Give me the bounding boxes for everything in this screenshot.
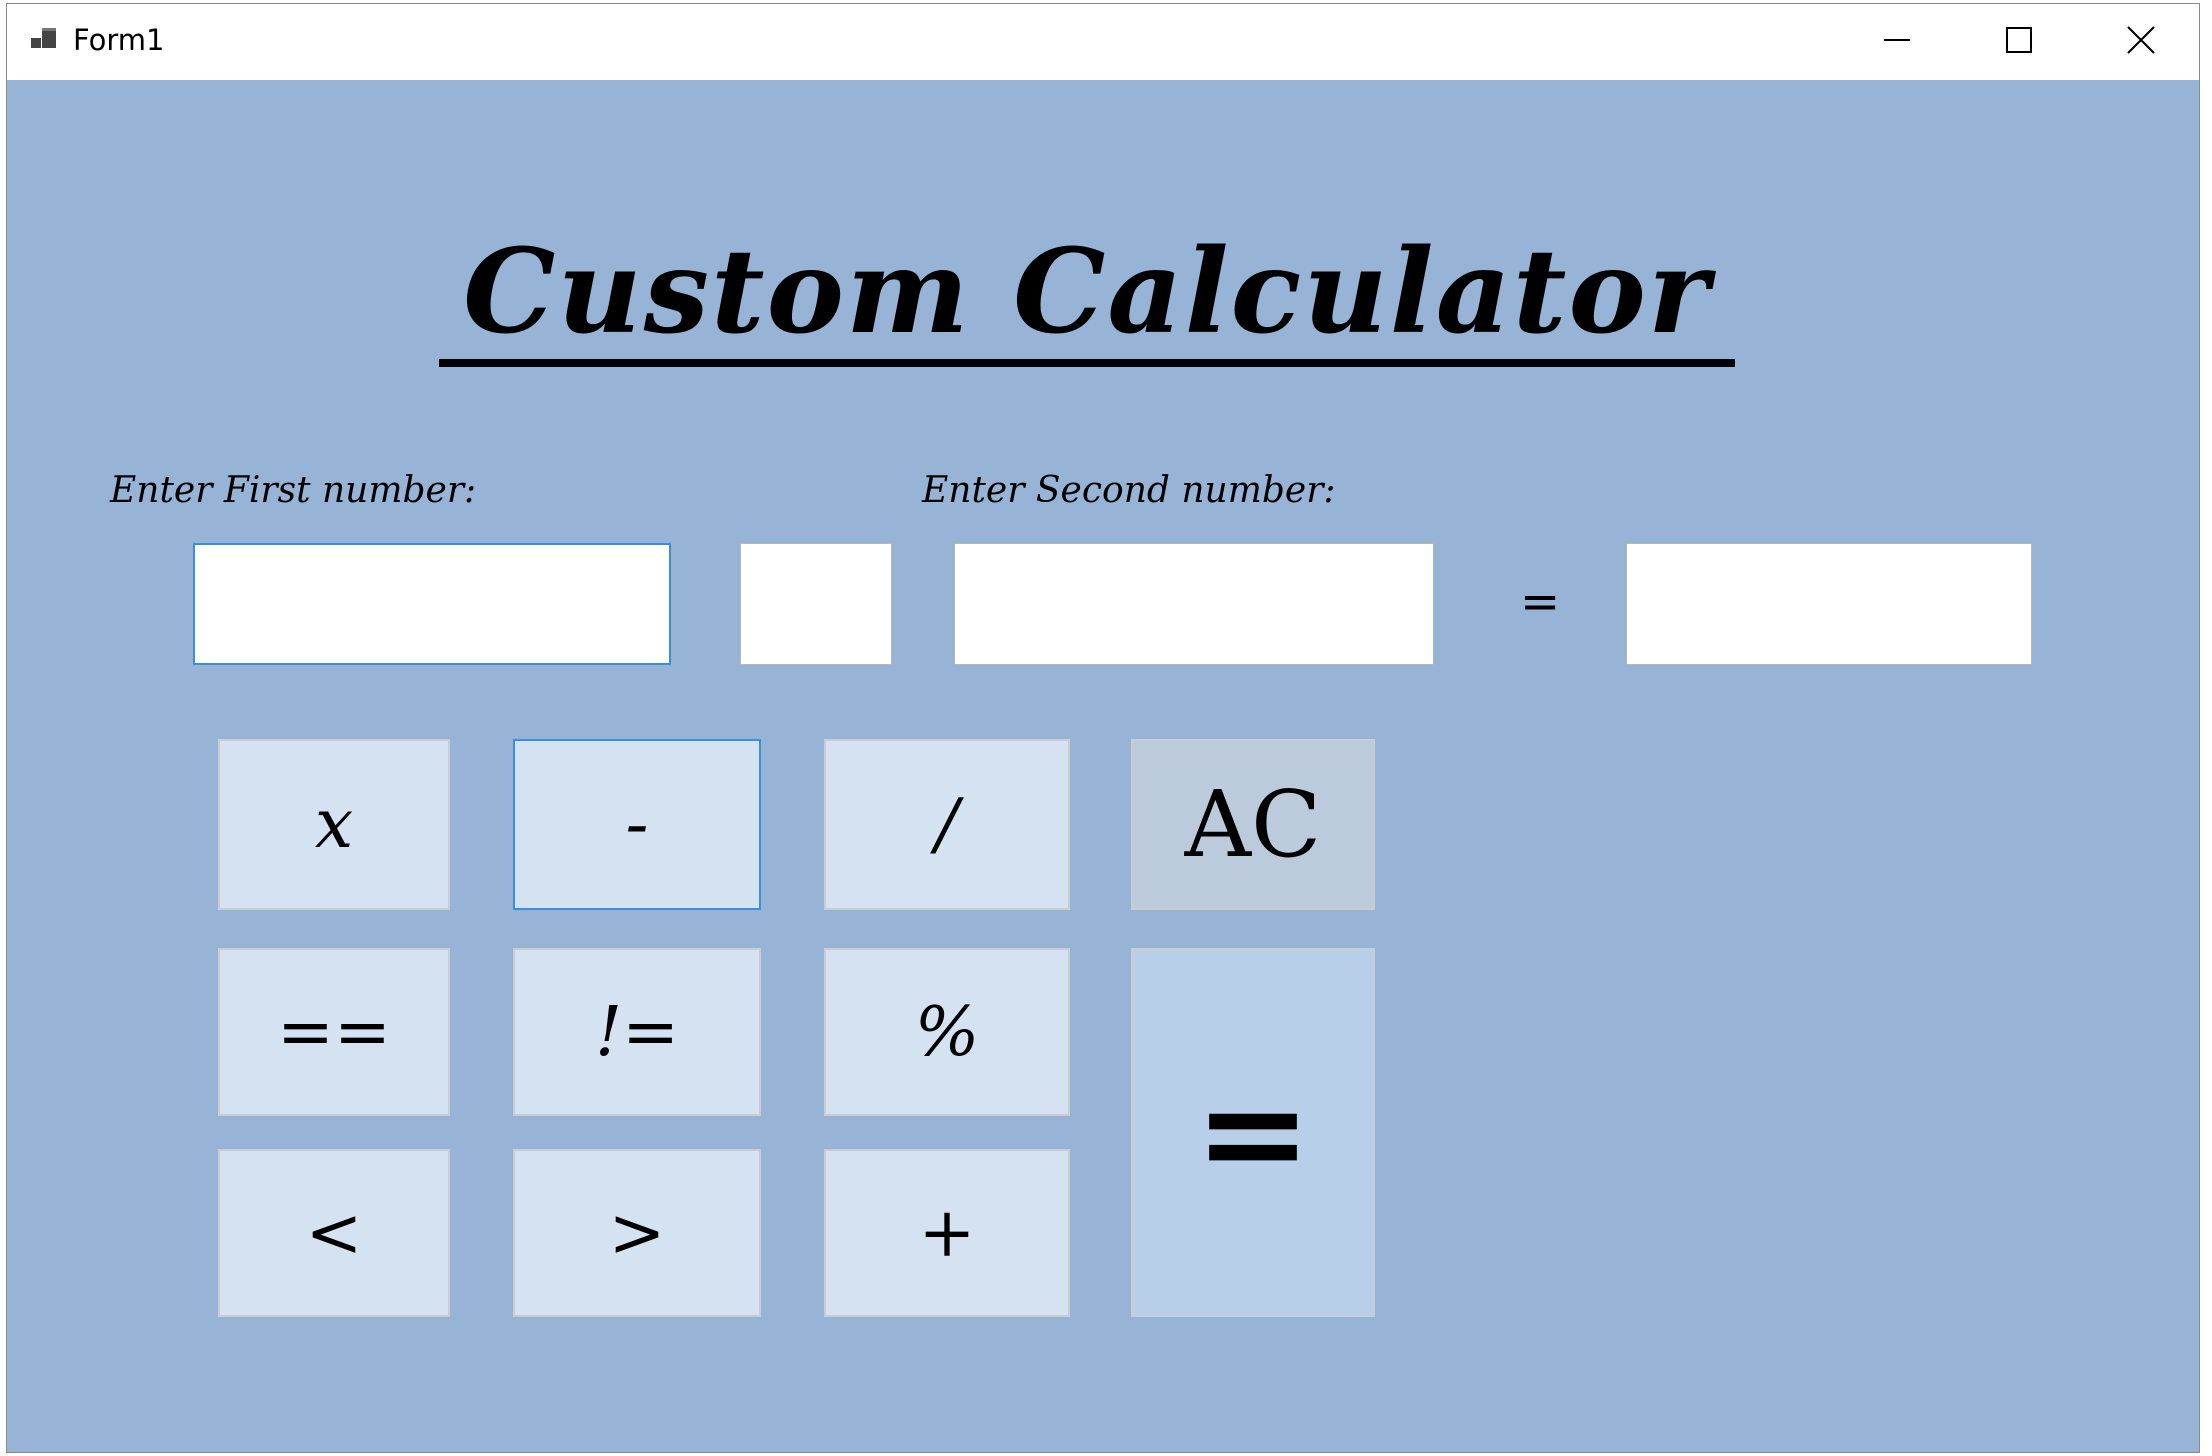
equal-to-button[interactable]: == bbox=[218, 948, 450, 1116]
calculate-button[interactable]: = bbox=[1131, 948, 1375, 1317]
less-than-button[interactable]: < bbox=[218, 1149, 450, 1317]
calculator-heading: Custom Calculator bbox=[463, 224, 1711, 360]
not-equal-button[interactable]: != bbox=[513, 948, 761, 1116]
greater-than-button[interactable]: > bbox=[513, 1149, 761, 1317]
first-number-label: Enter First number: bbox=[110, 470, 477, 511]
second-number-label: Enter Second number: bbox=[922, 470, 1336, 511]
close-icon bbox=[2126, 25, 2156, 59]
divide-button[interactable]: / bbox=[824, 739, 1070, 910]
minimize-button[interactable] bbox=[1837, 4, 1957, 80]
clear-button[interactable]: AC bbox=[1131, 739, 1375, 910]
result-output[interactable] bbox=[1626, 543, 2032, 665]
operator-input[interactable] bbox=[740, 543, 892, 665]
modulo-button[interactable]: % bbox=[824, 948, 1070, 1116]
minimize-icon bbox=[1882, 25, 1912, 59]
maximize-icon bbox=[2004, 25, 2034, 59]
add-button[interactable]: + bbox=[824, 1149, 1070, 1317]
equals-label: = bbox=[1520, 574, 1561, 630]
window-title: Form1 bbox=[73, 23, 165, 57]
subtract-button[interactable]: - bbox=[513, 739, 761, 910]
maximize-button[interactable] bbox=[1959, 4, 2079, 80]
close-button[interactable] bbox=[2081, 4, 2201, 80]
first-number-input[interactable] bbox=[193, 543, 671, 665]
multiply-button[interactable]: x bbox=[218, 739, 450, 910]
app-icon bbox=[29, 24, 63, 58]
heading-underline bbox=[439, 359, 1735, 367]
second-number-input[interactable] bbox=[954, 543, 1434, 665]
form-window: Form1 Custom Calculator Enter First numb… bbox=[6, 3, 2200, 1453]
title-bar[interactable]: Form1 bbox=[7, 4, 2199, 80]
